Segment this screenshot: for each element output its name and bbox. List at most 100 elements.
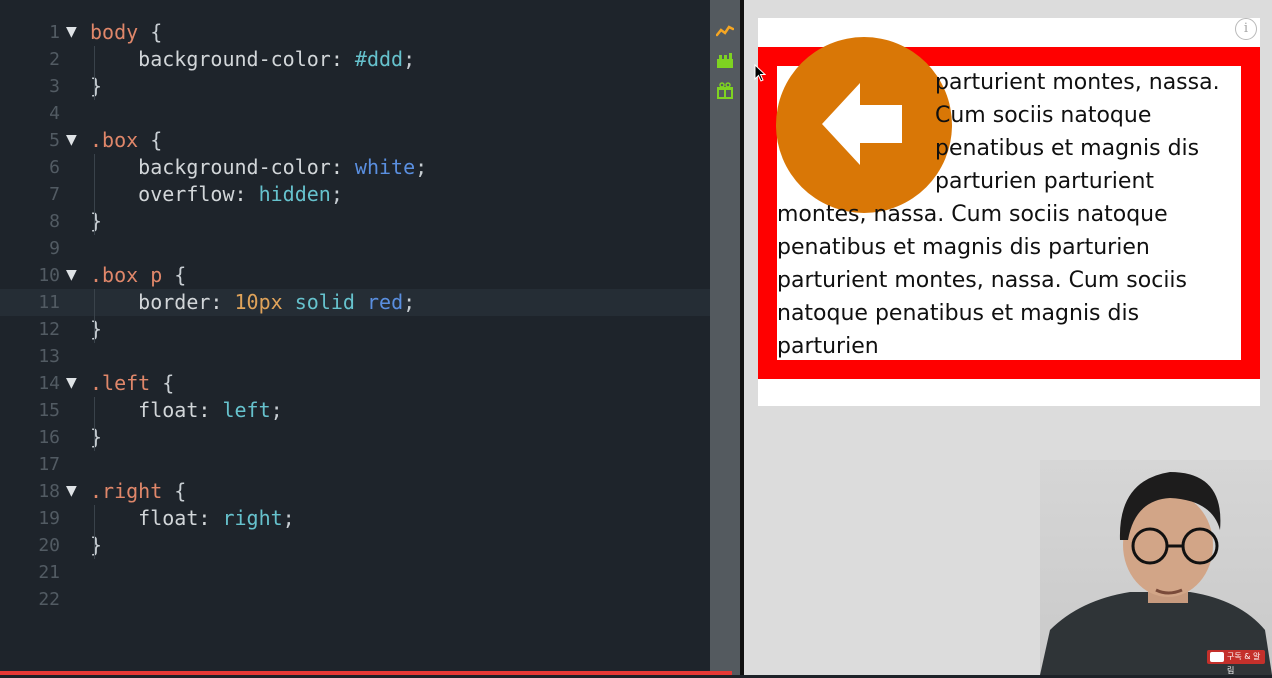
indent-guide [94, 289, 95, 343]
code-text[interactable]: .box p { [90, 262, 186, 289]
paragraph-line: Cum sociis natoque [935, 103, 1152, 128]
code-token: .box [90, 263, 151, 287]
css-editor[interactable]: 1 ▼ body {2 background-color: #ddd; 3} 4 5 ▼ .b… [0, 0, 710, 675]
code-token: } [90, 533, 103, 557]
paragraph-line: montes, nassa. Cum sociis natoque [777, 202, 1168, 227]
code-line[interactable]: 8} [0, 208, 710, 235]
code-line[interactable]: 11 border: 10px solid red; [0, 289, 710, 316]
activity-icon[interactable] [716, 22, 734, 40]
code-line[interactable]: 3} [0, 73, 710, 100]
code-token: #ddd [354, 47, 404, 71]
code-text[interactable]: } [90, 208, 102, 235]
code-token: hidden [258, 182, 331, 206]
code-text[interactable]: } [90, 316, 102, 343]
fold-toggle-icon[interactable]: ▼ [66, 478, 77, 505]
presenter-webcam [1040, 460, 1272, 675]
subscribe-badge[interactable]: 구독 & 알림 [1207, 650, 1265, 675]
code-line[interactable]: 2 background-color: #ddd; [0, 46, 710, 73]
fold-toggle-icon[interactable]: ▼ [66, 370, 77, 397]
code-token: ; [270, 398, 283, 422]
code-line[interactable]: 20} [0, 532, 710, 559]
code-line[interactable]: 16} [0, 424, 710, 451]
code-token: 10px [234, 290, 283, 314]
code-text[interactable]: } [90, 424, 102, 451]
line-number: 20 [38, 535, 60, 556]
line-number: 10 [38, 265, 60, 286]
code-line[interactable]: 22 [0, 586, 710, 613]
code-token: { [138, 128, 163, 152]
code-line[interactable]: 17 [0, 451, 710, 478]
code-token: p [150, 263, 163, 287]
code-text[interactable]: float: left; [90, 397, 283, 424]
animation-icon[interactable] [716, 52, 734, 70]
line-number: 11 [38, 292, 60, 313]
float-left-circle-image [776, 37, 952, 213]
code-token: } [90, 209, 103, 233]
code-text[interactable]: .right { [90, 478, 186, 505]
youtube-icon [1210, 652, 1224, 662]
indent-guide [94, 46, 95, 100]
code-token: } [90, 425, 103, 449]
code-token: overflow: [90, 182, 259, 206]
code-token: { [162, 479, 187, 503]
code-token: { [162, 263, 187, 287]
code-text[interactable]: .box { [90, 127, 162, 154]
fold-toggle-icon[interactable]: ▼ [66, 19, 77, 46]
code-line[interactable]: 5 ▼ .box { [0, 127, 710, 154]
paragraph-line: natoque penatibus et magnis dis [777, 301, 1140, 326]
code-text[interactable]: border: 10px solid red; [90, 289, 415, 316]
code-token: red [366, 290, 404, 314]
line-number: 16 [38, 427, 60, 448]
code-line[interactable]: 15 float: left; [0, 397, 710, 424]
code-token: } [90, 74, 103, 98]
line-number: 17 [38, 454, 60, 475]
line-number: 19 [38, 508, 60, 529]
video-progress-bar[interactable] [0, 671, 732, 675]
code-token: float: [90, 506, 223, 530]
code-token: ; [403, 290, 416, 314]
code-line[interactable]: 18 ▼ .right { [0, 478, 710, 505]
code-line[interactable]: 9 [0, 235, 710, 262]
arrow-left-icon [822, 83, 902, 165]
code-token: left [222, 398, 271, 422]
info-icon[interactable]: i [1235, 18, 1257, 40]
line-number: 5 [49, 130, 60, 151]
code-token: solid [294, 290, 355, 314]
mouse-cursor-icon [754, 64, 766, 82]
gift-icon[interactable] [716, 82, 734, 100]
code-line[interactable]: 12} [0, 316, 710, 343]
indent-guide [94, 397, 95, 451]
editor-toolbar [710, 0, 740, 675]
code-token: } [90, 317, 103, 341]
code-text[interactable]: background-color: #ddd; [90, 46, 415, 73]
line-number: 7 [49, 184, 60, 205]
code-token: { [138, 20, 163, 44]
code-text[interactable]: body { [90, 19, 162, 46]
code-line[interactable]: 6 background-color: white; [0, 154, 710, 181]
code-line[interactable]: 1 ▼ body { [0, 19, 710, 46]
code-line[interactable]: 10 ▼ .box p { [0, 262, 710, 289]
code-text[interactable]: } [90, 532, 102, 559]
fold-toggle-icon[interactable]: ▼ [66, 127, 77, 154]
paragraph-line: parturient montes, nassa. [935, 70, 1220, 95]
code-line[interactable]: 19 float: right; [0, 505, 710, 532]
code-token: white [354, 155, 416, 179]
line-number: 15 [38, 400, 60, 421]
code-line[interactable]: 21 [0, 559, 710, 586]
code-text[interactable]: .left { [90, 370, 174, 397]
code-line[interactable]: 13 [0, 343, 710, 370]
line-number: 22 [38, 589, 60, 610]
code-token: ; [403, 47, 416, 71]
code-text[interactable]: float: right; [90, 505, 295, 532]
fold-toggle-icon[interactable]: ▼ [66, 262, 77, 289]
code-line[interactable]: 14 ▼ .left { [0, 370, 710, 397]
line-number: 21 [38, 562, 60, 583]
code-text[interactable]: overflow: hidden; [90, 181, 343, 208]
code-text[interactable]: background-color: white; [90, 154, 427, 181]
code-line[interactable]: 4 [0, 100, 710, 127]
code-line[interactable]: 7 overflow: hidden; [0, 181, 710, 208]
code-text[interactable]: } [90, 73, 102, 100]
code-token: { [150, 371, 175, 395]
